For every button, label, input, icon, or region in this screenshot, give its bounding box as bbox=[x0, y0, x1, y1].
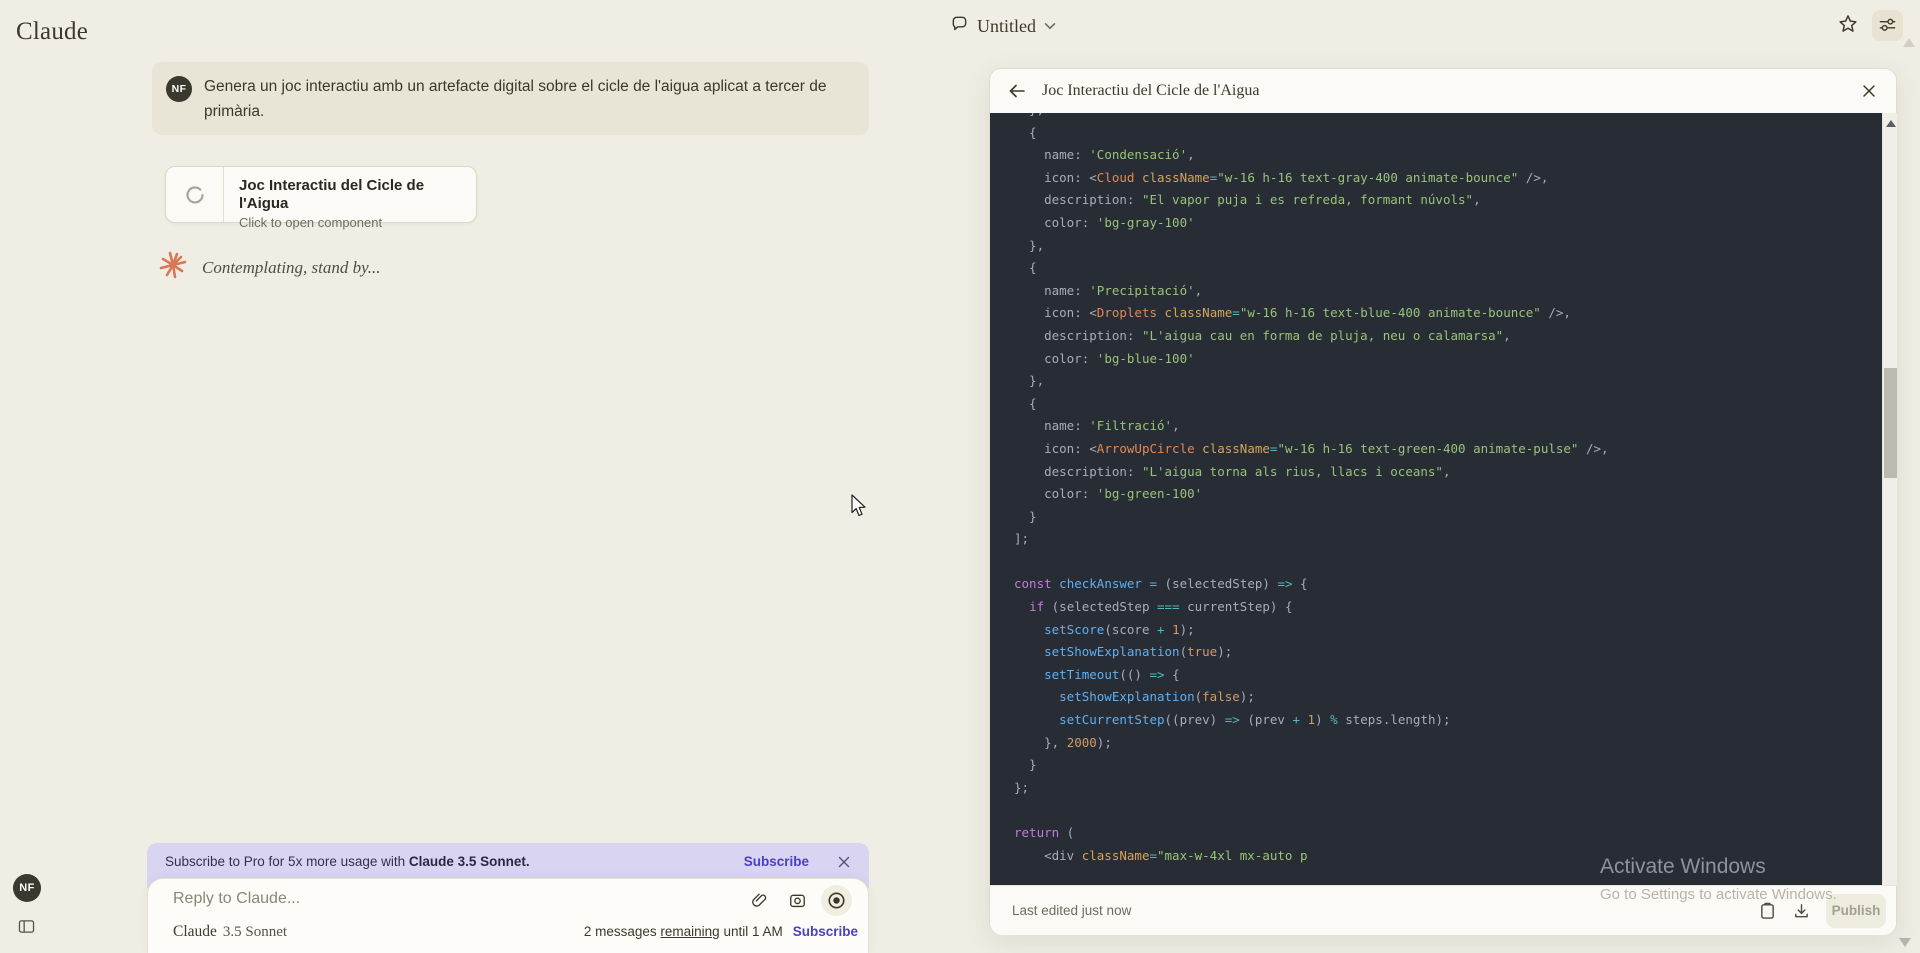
artifact-card[interactable]: Joc Interactiu del Cicle de l'Aigua Clic… bbox=[165, 166, 477, 223]
sidebar-icon bbox=[18, 919, 35, 934]
close-icon bbox=[838, 856, 850, 868]
composer-icons bbox=[745, 885, 852, 916]
sliders-icon bbox=[1878, 15, 1897, 37]
chevron-down-icon bbox=[1044, 17, 1056, 35]
model-row: Claude 3.5 Sonnet 2 messages remaining u… bbox=[173, 923, 858, 941]
star-button[interactable] bbox=[1834, 11, 1862, 39]
user-message: NF Genera un joc interactiu amb un artef… bbox=[152, 62, 869, 135]
copy-button[interactable] bbox=[1752, 896, 1782, 926]
settings-button[interactable] bbox=[1872, 10, 1903, 41]
page-scroll-arrow-top[interactable] bbox=[1903, 38, 1915, 47]
mouse-cursor bbox=[851, 494, 869, 523]
record-icon bbox=[827, 891, 846, 910]
scrollbar-thumb[interactable] bbox=[1884, 368, 1897, 478]
artifact-panel-title: Joc Interactiu del Cicle de l'Aigua bbox=[1042, 82, 1259, 100]
artifact-card-body: Joc Interactiu del Cicle de l'Aigua Clic… bbox=[224, 167, 476, 222]
thinking-status-text: Contemplating, stand by... bbox=[202, 258, 381, 278]
close-icon bbox=[1862, 84, 1876, 98]
model-name: Claude bbox=[173, 923, 217, 941]
attach-button[interactable] bbox=[745, 887, 773, 915]
account-avatar[interactable]: NF bbox=[13, 874, 41, 902]
chat-title: Untitled bbox=[977, 16, 1036, 37]
app-logo[interactable]: Claude bbox=[16, 18, 88, 46]
user-avatar: NF bbox=[166, 76, 192, 102]
download-icon bbox=[1793, 902, 1810, 920]
user-message-text: Genera un joc interactiu amb un artefact… bbox=[204, 75, 859, 124]
code-editor[interactable]: }, { name: 'Condensació', icon: <Cloud c… bbox=[990, 113, 1882, 885]
artifact-spinner-cell bbox=[166, 167, 224, 222]
camera-icon bbox=[788, 891, 807, 910]
chat-title-menu[interactable]: Untitled bbox=[950, 14, 1056, 38]
arrow-left-icon bbox=[1008, 83, 1026, 99]
banner-model-name: Claude 3.5 Sonnet. bbox=[409, 854, 530, 869]
star-icon bbox=[1837, 13, 1859, 38]
artifact-panel: Joc Interactiu del Cicle de l'Aigua }, {… bbox=[989, 68, 1897, 935]
reply-input[interactable]: Reply to Claude... bbox=[173, 890, 300, 908]
panel-close-button[interactable] bbox=[1856, 78, 1882, 104]
artifact-panel-footer: Last edited just now Publish bbox=[990, 885, 1896, 935]
scrollbar-up-arrow[interactable] bbox=[1886, 120, 1896, 127]
model-version: 3.5 Sonnet bbox=[223, 924, 287, 941]
code-scrollbar[interactable] bbox=[1882, 113, 1897, 885]
clipboard-icon bbox=[1759, 901, 1776, 920]
claude-starburst-icon bbox=[158, 250, 188, 285]
code-content: }, { name: 'Condensació', icon: <Cloud c… bbox=[1014, 113, 1882, 867]
reply-composer[interactable]: Reply to Claude... Claude 3.5 Sonnet 2 m… bbox=[147, 878, 869, 953]
thinking-status-row: Contemplating, stand by... bbox=[158, 250, 381, 285]
quota-subscribe-link[interactable]: Subscribe bbox=[793, 924, 858, 939]
chat-bubble-icon bbox=[950, 14, 969, 38]
last-edited-status: Last edited just now bbox=[1012, 903, 1131, 918]
download-button[interactable] bbox=[1786, 896, 1816, 926]
banner-text: Subscribe to Pro for 5x more usage with … bbox=[165, 854, 530, 869]
paperclip-icon bbox=[750, 891, 769, 910]
artifact-panel-header: Joc Interactiu del Cicle de l'Aigua bbox=[990, 69, 1896, 113]
artifact-card-title: Joc Interactiu del Cicle de l'Aigua bbox=[239, 177, 476, 213]
screenshot-button[interactable] bbox=[783, 887, 811, 915]
publish-button[interactable]: Publish bbox=[1826, 894, 1886, 928]
banner-subscribe-link[interactable]: Subscribe bbox=[744, 854, 809, 869]
page-scroll-arrow-bottom[interactable] bbox=[1899, 938, 1911, 947]
banner-close-button[interactable] bbox=[835, 853, 853, 871]
quota-remaining: remaining bbox=[660, 924, 719, 939]
quota-text: 2 messages remaining until 1 AM bbox=[584, 924, 783, 939]
back-button[interactable] bbox=[1004, 78, 1030, 104]
loading-spinner-icon bbox=[185, 185, 205, 205]
record-button[interactable] bbox=[821, 885, 852, 916]
artifact-card-subtitle: Click to open component bbox=[239, 215, 476, 230]
sidebar-toggle-button[interactable] bbox=[16, 917, 36, 935]
